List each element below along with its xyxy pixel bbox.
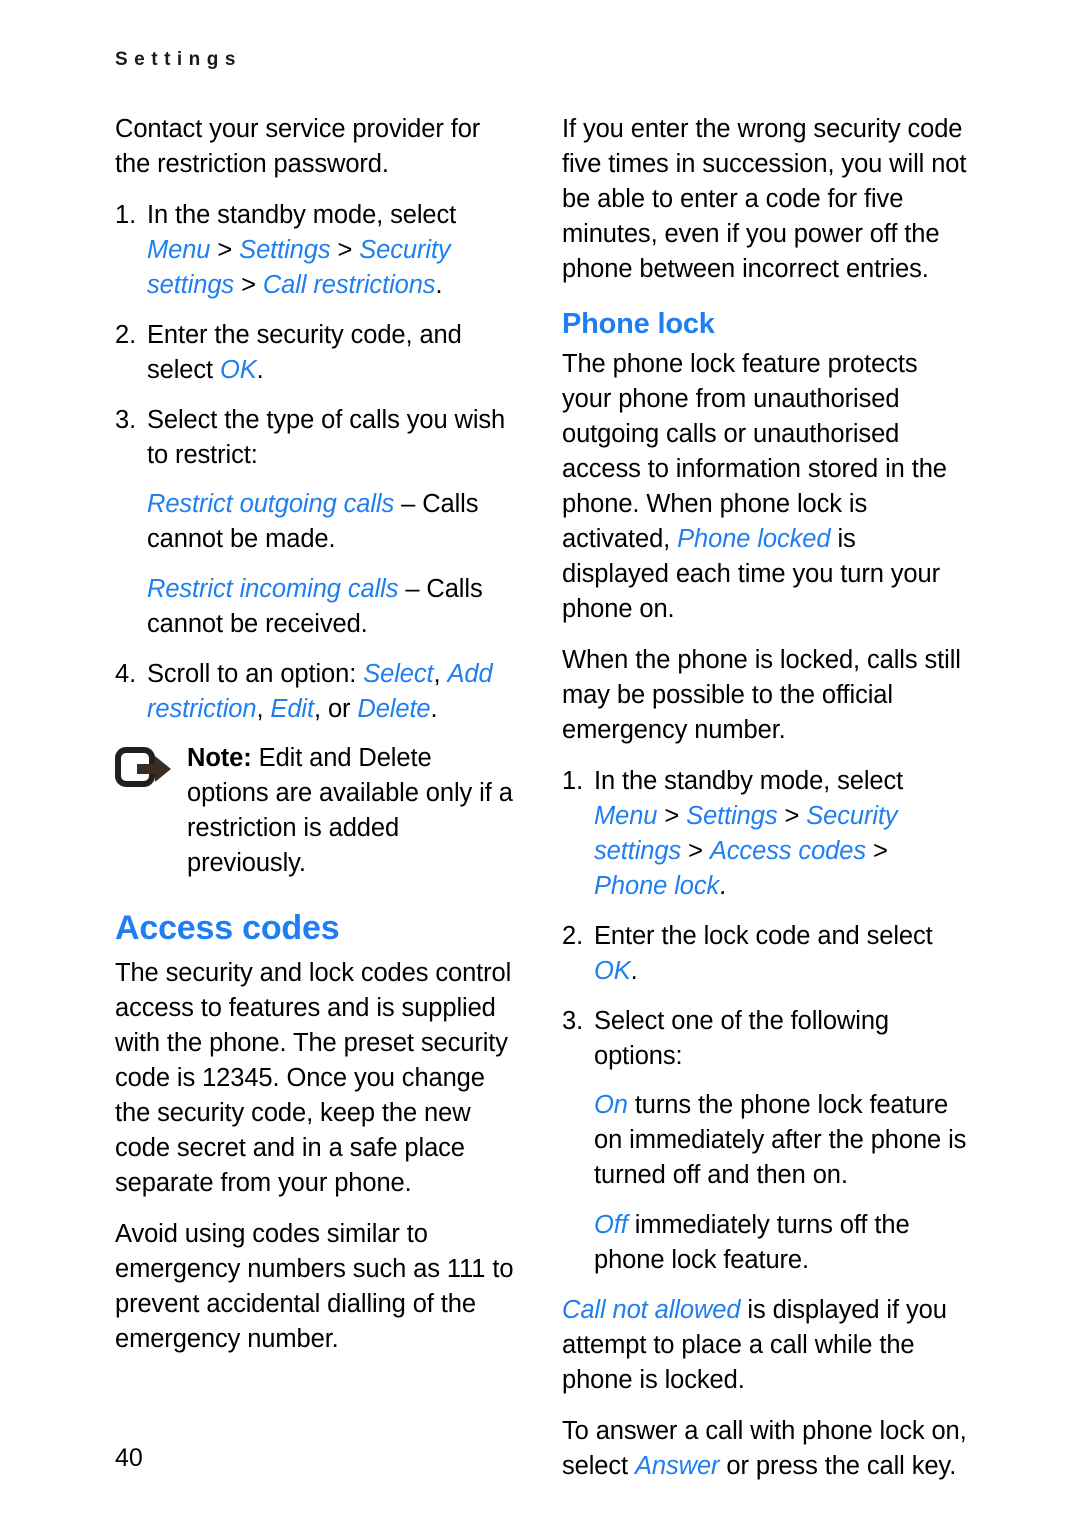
step-text: Select the type of calls you wish to res… (147, 406, 505, 469)
ui-reference: Off (594, 1211, 628, 1239)
call-restriction-steps-continued: 4. Scroll to an option: Select, Add rest… (115, 657, 520, 727)
ui-reference: Answer (635, 1452, 720, 1480)
phone-lock-intro-paragraph: The phone lock feature protects your pho… (562, 347, 967, 627)
body-text: . (430, 695, 438, 723)
step-item: 4. Scroll to an option: Select, Add rest… (115, 657, 520, 727)
call-restriction-steps: 1. In the standby mode, select Menu > Se… (115, 198, 520, 473)
security-code-paragraph: If you enter the wrong security code fiv… (562, 115, 967, 283)
phone-lock-steps: 1. In the standby mode, select Menu > Se… (562, 764, 967, 1074)
section-heading-phone-lock: Phone lock (562, 308, 715, 340)
ui-reference: Edit (270, 695, 314, 723)
step-number: 1. (562, 767, 584, 795)
body-text: . (435, 271, 443, 299)
restriction-option: Restrict outgoing calls – Calls cannot b… (115, 487, 520, 557)
ui-reference: Select (363, 660, 434, 688)
phone-lock-option: On turns the phone lock feature on immed… (562, 1088, 967, 1193)
step-text: Select one of the following options: (594, 1007, 889, 1070)
step-item: 1. In the standby mode, select Menu > Se… (562, 764, 967, 904)
body-text: Enter the lock code and select (594, 922, 933, 950)
step-number: 2. (115, 321, 137, 349)
body-text: Scroll to an option: (147, 660, 364, 688)
restriction-option: Restrict incoming calls – Calls cannot b… (115, 572, 520, 642)
body-text: > (777, 802, 807, 830)
body-text: > (234, 271, 263, 299)
ui-reference: Settings (239, 236, 331, 264)
body-text: Select one of the following options: (594, 1007, 889, 1070)
step-number: 3. (562, 1007, 584, 1035)
ui-reference: OK (220, 356, 257, 384)
body-text: Select the type of calls you wish to res… (147, 406, 506, 469)
call-not-allowed-paragraph: Call not allowed is displayed if you att… (562, 1293, 967, 1398)
body-text: , (433, 660, 448, 688)
section-heading-access-codes: Access codes (115, 909, 340, 947)
step-item: 2. Enter the lock code and select OK. (562, 919, 967, 989)
right-column: If you enter the wrong security code fiv… (562, 112, 967, 1500)
ui-reference: Restrict incoming calls (147, 575, 399, 603)
body-text: Enter the security code, and select (147, 321, 462, 384)
step-item: 3. Select the type of calls you wish to … (115, 403, 520, 473)
step-item: 2. Enter the security code, and select O… (115, 318, 520, 388)
body-text: . (630, 957, 638, 985)
step-item: 1. In the standby mode, select Menu > Se… (115, 198, 520, 303)
body-text: immediately turns off the phone lock fea… (594, 1211, 910, 1274)
ui-reference: Call not allowed (562, 1296, 741, 1324)
body-text: > (330, 236, 360, 264)
step-text: Scroll to an option: Select, Add restric… (147, 660, 493, 723)
manual-page: Settings Contact your service provider f… (0, 0, 1080, 1530)
ui-reference: Restrict outgoing calls (147, 490, 395, 518)
access-codes-paragraph: Avoid using codes similar to emergency n… (115, 1220, 514, 1353)
answer-call-paragraph: To answer a call with phone lock on, sel… (562, 1414, 967, 1484)
step-number: 3. (115, 406, 137, 434)
step-number: 1. (115, 201, 137, 229)
phone-lock-option: Off immediately turns off the phone lock… (562, 1208, 967, 1278)
body-text: > (865, 837, 888, 865)
note-label: Note: (187, 744, 252, 772)
ui-reference: Access codes (709, 837, 866, 865)
ui-reference: Menu (147, 236, 211, 264)
access-codes-paragraph: The security and lock codes control acce… (115, 959, 512, 1197)
ui-reference: Settings (686, 802, 778, 830)
ui-reference: OK (594, 957, 631, 985)
step-number: 4. (115, 660, 137, 688)
step-item: 3. Select one of the following options: (562, 1004, 967, 1074)
step-text: Enter the security code, and select OK. (147, 321, 462, 384)
body-text: > (657, 802, 687, 830)
body-text: In the standby mode, select (147, 201, 457, 229)
emergency-number-paragraph: When the phone is locked, calls still ma… (562, 646, 961, 744)
ui-reference: Menu (594, 802, 658, 830)
body-text: . (256, 356, 264, 384)
note-arrow-icon (115, 747, 173, 791)
left-column: Contact your service provider for the re… (115, 112, 520, 1373)
body-text: , or (313, 695, 358, 723)
body-text: > (210, 236, 240, 264)
body-text: , (256, 695, 271, 723)
step-text: Enter the lock code and select OK. (594, 922, 933, 985)
intro-paragraph: Contact your service provider for the re… (115, 115, 481, 178)
step-text: In the standby mode, select Menu > Setti… (147, 201, 456, 299)
ui-reference: On (594, 1091, 628, 1119)
body-text: turns the phone lock feature on immediat… (594, 1091, 967, 1189)
body-text: The phone lock feature protects your pho… (562, 350, 947, 553)
body-text: > (681, 837, 710, 865)
body-text: In the standby mode, select (594, 767, 904, 795)
body-text: or press the call key. (719, 1452, 957, 1480)
ui-reference: Phone lock (594, 872, 720, 900)
ui-reference: Delete (357, 695, 431, 723)
note-text: Note: Edit and Delete options are availa… (187, 741, 520, 881)
note-callout: Note: Edit and Delete options are availa… (115, 741, 520, 881)
running-header: Settings (115, 49, 242, 70)
step-number: 2. (562, 922, 584, 950)
step-text: In the standby mode, select Menu > Setti… (594, 767, 903, 900)
page-number: 40 (115, 1444, 143, 1472)
ui-reference: Phone locked (677, 525, 831, 553)
body-text: . (719, 872, 727, 900)
ui-reference: Call restrictions (262, 271, 436, 299)
